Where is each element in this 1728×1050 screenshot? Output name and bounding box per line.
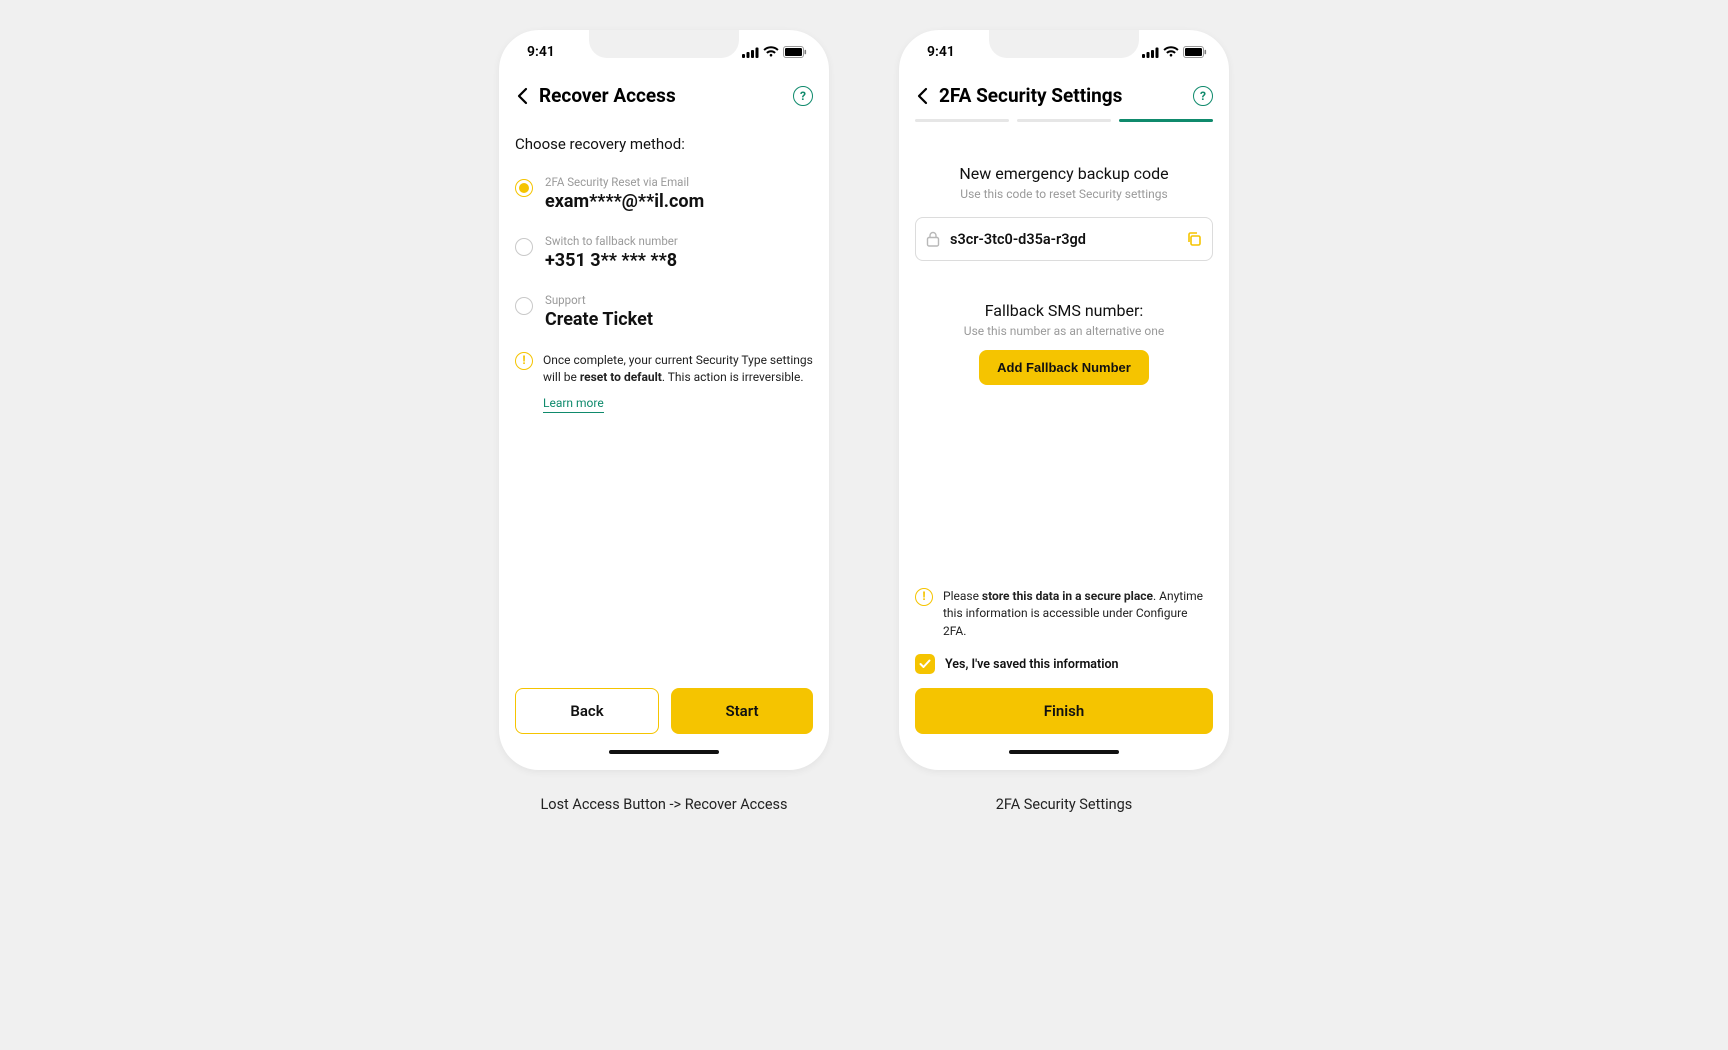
- add-fallback-button[interactable]: Add Fallback Number: [979, 350, 1149, 385]
- cellular-icon: [1142, 47, 1159, 58]
- option-label-small: 2FA Security Reset via Email: [545, 175, 704, 189]
- page-title: 2FA Security Settings: [939, 84, 1122, 107]
- backup-code-text: s3cr-3tc0-d35a-r3gd: [950, 231, 1176, 248]
- backup-sub: Use this code to reset Security settings: [915, 187, 1213, 201]
- option-label-small: Switch to fallback number: [545, 234, 678, 248]
- wifi-icon: [1163, 46, 1179, 58]
- backup-code-field: s3cr-3tc0-d35a-r3gd: [915, 217, 1213, 261]
- checkbox-checked-icon: [915, 654, 935, 674]
- help-icon[interactable]: ?: [1193, 86, 1213, 106]
- phone-recover-access: 9:41 Recover Access ? Choose recovery me: [499, 30, 829, 770]
- wifi-icon: [763, 46, 779, 58]
- help-icon[interactable]: ?: [793, 86, 813, 106]
- option-label-small: Support: [545, 293, 653, 307]
- phone-2fa-settings: 9:41 2FA Security Settings ?: [899, 30, 1229, 770]
- recovery-subtitle: Choose recovery method:: [515, 135, 813, 153]
- home-indicator: [1009, 750, 1119, 754]
- back-button[interactable]: Back: [515, 688, 659, 734]
- start-button[interactable]: Start: [671, 688, 813, 734]
- info-box: ! Once complete, your current Security T…: [515, 352, 813, 413]
- battery-icon: [783, 46, 807, 58]
- status-time: 9:41: [527, 44, 555, 60]
- recovery-option-email[interactable]: 2FA Security Reset via Email exam****@**…: [515, 175, 813, 212]
- screen-caption: Lost Access Button -> Recover Access: [540, 796, 787, 813]
- info-text-bold: store this data in a secure place: [982, 589, 1153, 603]
- screen-caption: 2FA Security Settings: [996, 796, 1132, 813]
- recovery-option-fallback[interactable]: Switch to fallback number +351 3** *** *…: [515, 234, 813, 271]
- finish-button[interactable]: Finish: [915, 688, 1213, 734]
- progress-seg: [915, 119, 1009, 122]
- notch: [589, 30, 739, 58]
- home-indicator: [609, 750, 719, 754]
- progress-bar: [899, 119, 1229, 128]
- info-text-pre: Please: [943, 589, 982, 603]
- back-icon[interactable]: [511, 85, 533, 107]
- battery-icon: [1183, 46, 1207, 58]
- alert-icon: !: [915, 588, 933, 606]
- fallback-block: Fallback SMS number: Use this number as …: [915, 301, 1213, 385]
- backup-heading: New emergency backup code: [915, 164, 1213, 183]
- notch: [989, 30, 1139, 58]
- option-label-big: Create Ticket: [545, 309, 653, 330]
- info-box: ! Please store this data in a secure pla…: [915, 588, 1213, 640]
- status-icons: [1142, 46, 1207, 58]
- lock-icon: [926, 231, 940, 247]
- saved-label: Yes, I've saved this information: [945, 657, 1119, 672]
- info-text-bold: reset to default: [580, 370, 662, 384]
- backup-code-block: New emergency backup code Use this code …: [915, 164, 1213, 201]
- header: 2FA Security Settings ?: [899, 74, 1229, 119]
- option-label-big: +351 3** *** **8: [545, 250, 678, 271]
- header: Recover Access ?: [499, 74, 829, 119]
- back-icon[interactable]: [911, 85, 933, 107]
- option-label-big: exam****@**il.com: [545, 191, 704, 212]
- learn-more-link[interactable]: Learn more: [543, 395, 604, 413]
- fallback-sub: Use this number as an alternative one: [915, 324, 1213, 338]
- cellular-icon: [742, 47, 759, 58]
- progress-seg: [1017, 119, 1111, 122]
- radio-icon: [515, 297, 533, 315]
- radio-icon: [515, 238, 533, 256]
- info-text-post: . This action is irreversible.: [662, 370, 804, 384]
- status-time: 9:41: [927, 44, 955, 60]
- radio-icon: [515, 179, 533, 197]
- copy-icon[interactable]: [1186, 231, 1202, 247]
- saved-checkbox-row[interactable]: Yes, I've saved this information: [915, 654, 1213, 674]
- fallback-heading: Fallback SMS number:: [915, 301, 1213, 320]
- page-title: Recover Access: [539, 84, 676, 107]
- status-icons: [742, 46, 807, 58]
- recovery-option-ticket[interactable]: Support Create Ticket: [515, 293, 813, 330]
- progress-seg-active: [1119, 119, 1213, 122]
- alert-icon: !: [515, 352, 533, 370]
